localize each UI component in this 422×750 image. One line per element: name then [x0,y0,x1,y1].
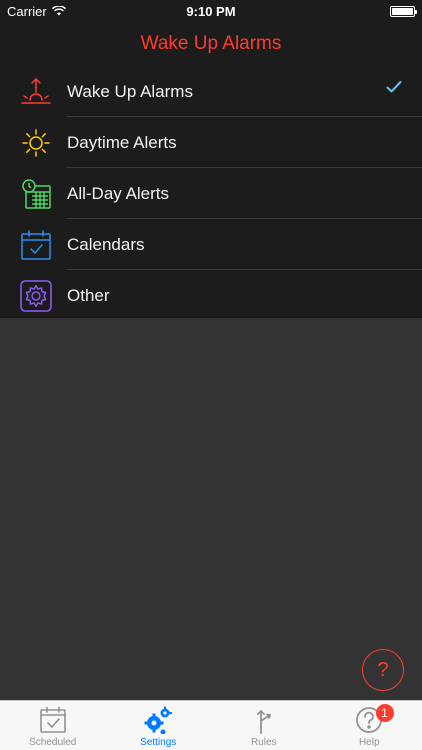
menu-item-label: Calendars [67,234,145,254]
notification-badge: 1 [375,704,394,722]
tab-label: Rules [250,737,277,748]
menu-item-label: Other [67,285,110,305]
menu-item-label: Wake Up Alarms [67,81,193,101]
checkmark-icon [386,80,402,99]
page-title: Wake Up Alarms [140,33,282,54]
menu-item-other[interactable]: Other [0,270,422,321]
navigation-bar: Wake Up Alarms [0,22,422,66]
calendar-clock-icon [20,178,52,210]
battery-icon [390,5,417,17]
signpost-icon [249,705,279,735]
tab-settings[interactable]: Settings [106,701,212,750]
question-mark-label: ? [377,658,389,681]
tab-label: Settings [140,737,177,748]
status-left: Carrier [7,4,66,19]
status-bar: Carrier 9:10 PM [0,0,422,22]
menu-item-all-day-alerts[interactable]: All-Day Alerts [0,168,422,219]
menu-item-label: All-Day Alerts [67,183,170,203]
menu-item-calendars[interactable]: Calendars [0,219,422,270]
gears-icon [143,705,173,735]
tab-help[interactable]: 1 Help [317,701,422,750]
menu-item-wake-up-alarms[interactable]: Wake Up Alarms [0,66,422,117]
tab-label: Scheduled [29,737,77,748]
calendar-check-icon [38,705,68,735]
menu-item-label: Daytime Alerts [67,132,177,152]
settings-menu: Wake Up Alarms Daytime Alerts All-Day Al… [0,66,422,318]
carrier-label: Carrier [7,3,47,19]
tab-rules[interactable]: Rules [211,701,317,750]
sunrise-icon [20,76,52,108]
gear-icon [20,279,52,312]
tab-bar: Scheduled Settings Rules 1 Help [0,700,422,750]
menu-item-daytime-alerts[interactable]: Daytime Alerts [0,117,422,168]
wifi-icon [51,4,66,19]
calendar-check-icon [20,229,52,261]
help-button[interactable]: ? [362,649,404,691]
tab-scheduled[interactable]: Scheduled [0,701,106,750]
sun-icon [20,127,52,159]
tab-label: Help [358,737,380,748]
